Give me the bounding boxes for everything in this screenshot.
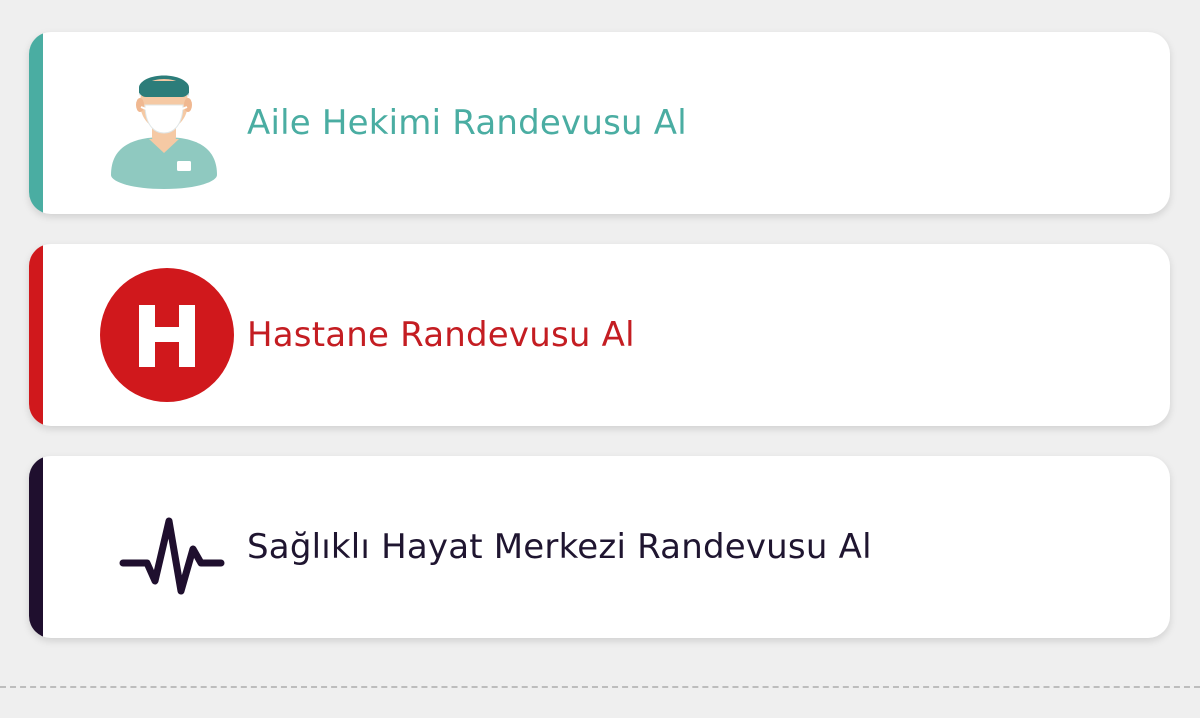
card-accent-bar — [29, 456, 43, 638]
hospital-appointment-label: Hastane Randevusu Al — [247, 315, 635, 355]
healthy-life-center-appointment-card[interactable]: Sağlıklı Hayat Merkezi Randevusu Al — [29, 456, 1170, 638]
appointment-menu: Aile Hekimi Randevusu Al Hastane Randevu… — [0, 0, 1200, 718]
hospital-appointment-card[interactable]: Hastane Randevusu Al — [29, 244, 1170, 426]
heartbeat-icon — [89, 477, 239, 617]
card-accent-bar — [29, 244, 43, 426]
doctor-icon — [89, 53, 239, 193]
family-doctor-appointment-label: Aile Hekimi Randevusu Al — [247, 103, 687, 143]
card-accent-bar — [29, 32, 43, 214]
family-doctor-appointment-card[interactable]: Aile Hekimi Randevusu Al — [29, 32, 1170, 214]
dashed-divider — [0, 686, 1200, 688]
hospital-icon — [89, 265, 239, 405]
healthy-life-center-appointment-label: Sağlıklı Hayat Merkezi Randevusu Al — [247, 527, 872, 567]
